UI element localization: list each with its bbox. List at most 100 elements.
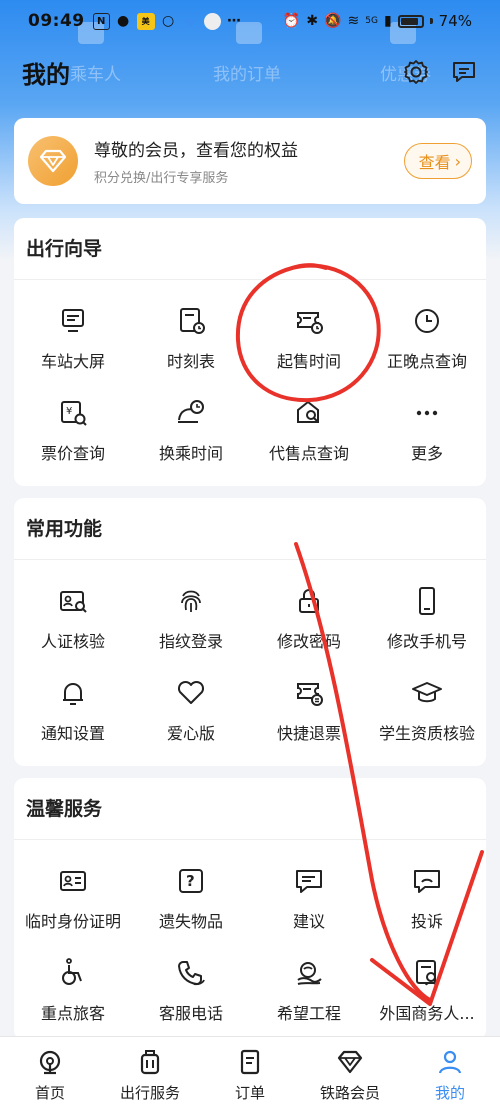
common-item-3[interactable]: 修改手机号 [368,574,486,666]
battery-cap [429,18,433,24]
bottom-nav-label: 订单 [234,1084,265,1102]
common-item-7[interactable]: 学生资质核验 [368,666,486,758]
bottom-nav-item-3[interactable]: 铁路会员 [300,1037,400,1110]
clock-icon [415,309,439,333]
mute-icon: 🔕 [324,13,342,29]
common-item-6[interactable]: 快捷退票 [250,666,368,758]
warm-item-label: 希望工程 [276,1004,341,1023]
view-benefits-button[interactable]: 查看 › [403,143,472,179]
warm-item-label: 重点旅客 [40,1004,105,1023]
ticket-price-icon: ¥ [61,401,87,426]
common-item-label: 爱心版 [166,724,215,743]
travel_guide-item-3[interactable]: 正晚点查询 [368,294,486,386]
member-benefits-card[interactable]: 尊敬的会员，查看您的权益 积分兑换/出行专享服务 查看 › [14,118,486,204]
travel_guide-item-label: 更多 [410,444,443,463]
warm-item-label: 外国商务人... [379,1004,475,1023]
lost-item-icon: ? [179,869,203,893]
bottom-nav-item-1[interactable]: 出行服务 [100,1037,200,1110]
bluetooth-icon: ✱ [306,13,319,29]
travel_guide-item-2[interactable]: 起售时间 [250,294,368,386]
refund-ticket-icon [297,683,323,706]
bottom-nav-label: 我的 [434,1084,465,1102]
message-icon[interactable] [450,58,478,86]
warm-item-label: 建议 [292,912,325,931]
warm-item-4[interactable]: 重点旅客 [14,946,132,1038]
signal-icon: ▮ [383,13,392,29]
bottom-nav-label: 铁路会员 [319,1084,380,1102]
travel_guide-item-label: 时刻表 [166,352,215,371]
id-card-icon [60,871,86,891]
travel_guide-item-label: 车站大屏 [40,352,105,371]
warm-item-7[interactable]: 外国商务人... [368,946,486,1038]
timetable-icon [180,308,205,334]
common-item-label: 快捷退票 [276,724,341,743]
settings-gear-icon[interactable] [402,58,430,86]
common-item-label: 通知设置 [40,724,105,743]
travel-guide-grid: 车站大屏 时刻表 起售时间 正晚点查询 ¥ 票价查询 换乘时间 代售点查询 更多 [14,280,486,478]
common-item-label: 修改手机号 [386,632,467,651]
bottom-nav-item-2[interactable]: 订单 [200,1037,300,1110]
order-icon [240,1049,260,1075]
signal-5g-label: 5G [365,16,378,26]
warm-item-0[interactable]: 临时身份证明 [14,854,132,946]
common-item-1[interactable]: 指纹登录 [132,574,250,666]
member-title: 尊敬的会员，查看您的权益 [94,141,298,161]
profile-icon [438,1050,462,1074]
luggage-icon [140,1050,160,1075]
common-item-label: 修改密码 [276,632,341,651]
wifi-icon: ≋ [347,13,360,29]
svg-text:?: ? [186,872,195,890]
foreign-business-icon [416,960,437,986]
app-notification-icon: ◆ [185,14,195,28]
travel_guide-item-5[interactable]: 换乘时间 [132,386,250,478]
heart-icon [177,680,205,704]
agency-search-icon [297,400,319,423]
common-item-5[interactable]: 爱心版 [132,666,250,758]
bottom-nav-label: 出行服务 [119,1084,180,1102]
id-verify-icon [60,591,87,613]
complaint-icon [414,870,440,893]
common-functions-grid: 人证核验 指纹登录 修改密码 修改手机号通知设置 爱心版 快捷退票 学生资质核验 [14,560,486,758]
section-title-common: 常用功能 [14,498,486,560]
common-item-label: 人证核验 [40,632,105,651]
warm-item-3[interactable]: 投诉 [368,854,486,946]
phone-icon [419,587,435,615]
warm-item-label: 临时身份证明 [24,912,121,931]
graduation-cap-icon [412,682,442,703]
common-item-4[interactable]: 通知设置 [14,666,132,758]
page-title: 我的 [22,60,70,89]
travel_guide-item-label: 代售点查询 [268,444,349,463]
diamond-icon [39,149,67,173]
bottom-nav-item-4[interactable]: 我的 [400,1037,500,1110]
common-item-2[interactable]: 修改密码 [250,574,368,666]
suggestion-icon [296,870,322,893]
travel_guide-item-1[interactable]: 时刻表 [132,294,250,386]
transfer-time-icon [178,400,204,423]
warm-services-section: 温馨服务 临时身份证明? 遗失物品 建议 投诉 重点旅客 客服电话 希望工程 外国商务人... [14,778,486,1040]
battery-icon [397,14,424,28]
warm-item-1[interactable]: ? 遗失物品 [132,854,250,946]
section-title-travel-guide: 出行向导 [14,218,486,280]
travel_guide-item-0[interactable]: 车站大屏 [14,294,132,386]
warm-item-5[interactable]: 客服电话 [132,946,250,1038]
travel_guide-item-6[interactable]: 代售点查询 [250,386,368,478]
common-item-label: 指纹登录 [158,632,223,651]
bottom-nav-item-0[interactable]: 首页 [0,1037,100,1110]
fingerprint-icon [181,590,201,612]
common-item-0[interactable]: 人证核验 [14,574,132,666]
lock-icon [299,589,319,613]
travel_guide-item-label: 换乘时间 [158,444,223,463]
nfc-icon: N [92,12,110,30]
common-item-label: 学生资质核验 [378,724,475,743]
warm-item-2[interactable]: 建议 [250,854,368,946]
warm-item-6[interactable]: 希望工程 [250,946,368,1038]
app-badge-icon [203,12,221,30]
travel_guide-item-4[interactable]: ¥ 票价查询 [14,386,132,478]
screen-icon [62,309,84,332]
travel_guide-item-label: 票价查询 [40,444,105,463]
member-subtitle: 积分兑换/出行专享服务 [94,171,229,186]
status-time: 09:49 [28,11,85,31]
home-icon [39,1050,61,1075]
travel_guide-item-7[interactable]: 更多 [368,386,486,478]
status-bar: 09:49 N ● 美 ○ ◆ ⋯ ⏰ ✱ 🔕 ≋ 5G ▮ 74% [0,0,500,42]
